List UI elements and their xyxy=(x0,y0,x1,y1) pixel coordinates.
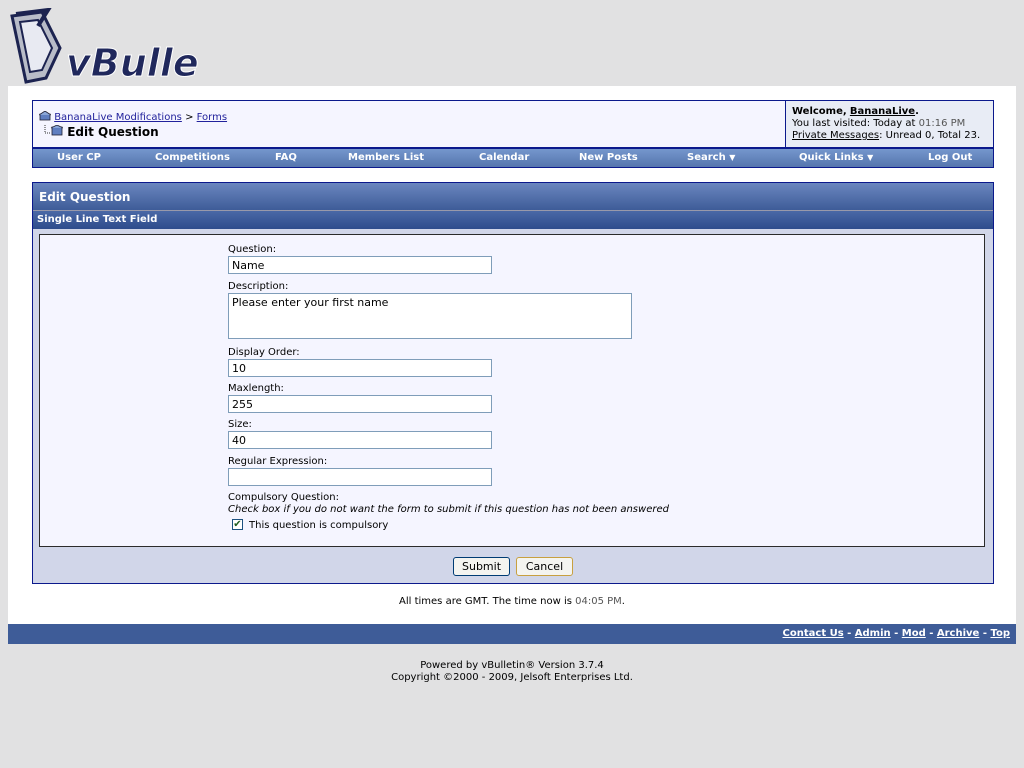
welcome-box: Welcome, BananaLive. You last visited: T… xyxy=(785,101,993,147)
footer-admin[interactable]: Admin xyxy=(855,628,891,639)
copyright-line: Copyright ©2000 - 2009, Jelsoft Enterpri… xyxy=(391,672,633,683)
time-prefix: All times are GMT. The time now is xyxy=(399,596,572,607)
footer-bar: Contact Us - Admin - Mod - Archive - Top xyxy=(8,624,1016,644)
footer-links: Contact Us - Admin - Mod - Archive - Top xyxy=(782,628,1010,639)
submit-button[interactable]: Submit xyxy=(453,557,510,576)
description-textarea[interactable]: Please enter your first name xyxy=(228,293,632,339)
question-label: Question: xyxy=(228,244,277,255)
footer-mod[interactable]: Mod xyxy=(902,628,926,639)
nav-search-label: Search xyxy=(687,152,726,163)
welcome-greeting: Welcome, xyxy=(792,106,847,117)
display-order-label: Display Order: xyxy=(228,347,300,358)
logo-text: vBulletin xyxy=(66,41,198,85)
panel-title: Edit Question xyxy=(39,190,131,204)
question-form: Question: Name Description: Please enter… xyxy=(39,234,985,547)
pm-status: : Unread 0, Total 23. xyxy=(879,130,981,141)
description-label: Description: xyxy=(228,281,289,292)
nav-calendar[interactable]: Calendar xyxy=(479,152,529,163)
navlinks-bar: User CP Competitions FAQ Members List Ca… xyxy=(32,148,994,168)
compulsory-hint: Check box if you do not want the form to… xyxy=(228,504,669,515)
nav-competitions[interactable]: Competitions xyxy=(155,152,230,163)
compulsory-label: Compulsory Question: xyxy=(228,492,339,503)
edit-question-panel: Edit Question Single Line Text Field Que… xyxy=(32,182,994,584)
field-type-label: Single Line Text Field xyxy=(37,214,158,225)
nav-quick-links[interactable]: Quick Links ▼ xyxy=(799,152,873,163)
nav-faq[interactable]: FAQ xyxy=(275,152,297,163)
breadcrumb-separator: > xyxy=(185,112,194,123)
display-order-input[interactable]: 10 xyxy=(228,359,492,377)
regex-input[interactable] xyxy=(228,468,492,486)
nav-log-out[interactable]: Log Out xyxy=(928,152,972,163)
breadcrumb-forum-link[interactable]: BananaLive Modifications xyxy=(54,112,182,123)
last-visit-time: 01:16 PM xyxy=(918,118,966,129)
footer-top[interactable]: Top xyxy=(990,628,1010,639)
breadcrumb: BananaLive Modifications > Forms Edit Qu… xyxy=(33,101,785,147)
nav-quick-links-label: Quick Links xyxy=(799,152,864,163)
regex-label: Regular Expression: xyxy=(228,456,328,467)
nav-members-list[interactable]: Members List xyxy=(348,152,424,163)
powered-by: Powered by vBulletin® Version 3.7.4 xyxy=(420,660,604,671)
private-messages-link[interactable]: Private Messages xyxy=(792,130,879,141)
compulsory-checkbox[interactable]: ✔ xyxy=(232,519,243,530)
page-container: BananaLive Modifications > Forms Edit Qu… xyxy=(8,86,1016,624)
checkmark-icon: ✔ xyxy=(233,519,242,530)
panel-header: Edit Question xyxy=(33,183,993,210)
dropdown-arrow-icon: ▼ xyxy=(867,153,874,162)
cancel-button[interactable]: Cancel xyxy=(516,557,573,576)
current-time: 04:05 PM xyxy=(575,596,622,607)
tree-connector-icon xyxy=(43,124,64,137)
navbar: BananaLive Modifications > Forms Edit Qu… xyxy=(32,100,994,148)
copyright: Powered by vBulletin® Version 3.7.4 Copy… xyxy=(0,660,1024,684)
vbulletin-logo[interactable]: vBulletin xyxy=(8,7,257,88)
maxlength-input[interactable]: 255 xyxy=(228,395,492,413)
nav-search[interactable]: Search ▼ xyxy=(687,152,735,163)
question-input[interactable]: Name xyxy=(228,256,492,274)
username-link[interactable]: BananaLive xyxy=(850,106,915,117)
panel-subheader: Single Line Text Field xyxy=(33,210,993,229)
maxlength-label: Maxlength: xyxy=(228,383,284,394)
compulsory-checkbox-label[interactable]: This question is compulsory xyxy=(249,520,388,531)
server-time: All times are GMT. The time now is 04:05… xyxy=(399,596,625,607)
breadcrumb-section-link[interactable]: Forms xyxy=(197,112,227,123)
logo-graphic: vBulletin xyxy=(10,7,257,86)
size-label: Size: xyxy=(228,419,252,430)
page-title: Edit Question xyxy=(67,125,159,139)
dropdown-arrow-icon: ▼ xyxy=(729,153,736,162)
footer-archive[interactable]: Archive xyxy=(937,628,979,639)
nav-user-cp[interactable]: User CP xyxy=(57,152,101,163)
forum-home-icon[interactable] xyxy=(38,110,52,121)
size-input[interactable]: 40 xyxy=(228,431,492,449)
last-visit-label: You last visited: Today at xyxy=(792,118,916,129)
nav-new-posts[interactable]: New Posts xyxy=(579,152,638,163)
footer-contact-us[interactable]: Contact Us xyxy=(783,628,844,639)
